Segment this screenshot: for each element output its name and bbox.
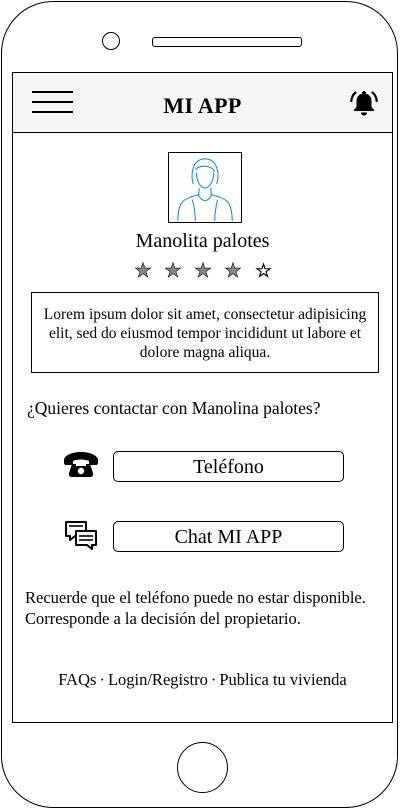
- availability-notice: Recuerde que el teléfono puede no estar …: [25, 588, 366, 628]
- publish-property-link[interactable]: Publica tu vivienda: [219, 670, 346, 689]
- chat-bubbles-icon: [65, 521, 97, 550]
- profile-description: Lorem ipsum dolor sit amet, consectetur …: [31, 292, 379, 373]
- star-icon: ★: [134, 260, 153, 283]
- separator: ·: [210, 670, 217, 689]
- bell-icon[interactable]: [348, 86, 380, 118]
- star-empty-icon: ☆: [255, 260, 273, 283]
- rating-stars: ★ ★ ★ ★ ☆: [134, 259, 284, 283]
- star-icon: ★: [224, 260, 243, 283]
- app-screen: MI APP Manolita palotes ★ ★ ★ ★ ☆ Lorem …: [12, 72, 393, 723]
- faqs-link[interactable]: FAQs: [58, 670, 96, 689]
- speaker: [152, 37, 302, 47]
- telephone-icon: [64, 452, 98, 477]
- footer-links: FAQs · Login/Registro · Publica tu vivienda: [13, 670, 392, 690]
- app-title: MI APP: [163, 93, 242, 118]
- contact-question: ¿Quieres contactar con Manolina palotes?: [27, 398, 321, 418]
- camera: [102, 32, 120, 50]
- separator: ·: [99, 670, 105, 689]
- star-icon: ★: [194, 260, 213, 283]
- user-avatar-icon: [168, 152, 242, 223]
- app-header: MI APP: [13, 73, 392, 133]
- chat-button[interactable]: Chat MI APP: [113, 521, 344, 552]
- home-button[interactable]: [177, 742, 228, 793]
- star-icon: ★: [164, 260, 183, 283]
- login-register-link[interactable]: Login/Registro: [108, 670, 208, 689]
- phone-frame: MI APP Manolita palotes ★ ★ ★ ★ ☆ Lorem …: [1, 1, 398, 808]
- phone-button[interactable]: Teléfono: [113, 451, 344, 482]
- profile-name: Manolita palotes: [135, 230, 270, 252]
